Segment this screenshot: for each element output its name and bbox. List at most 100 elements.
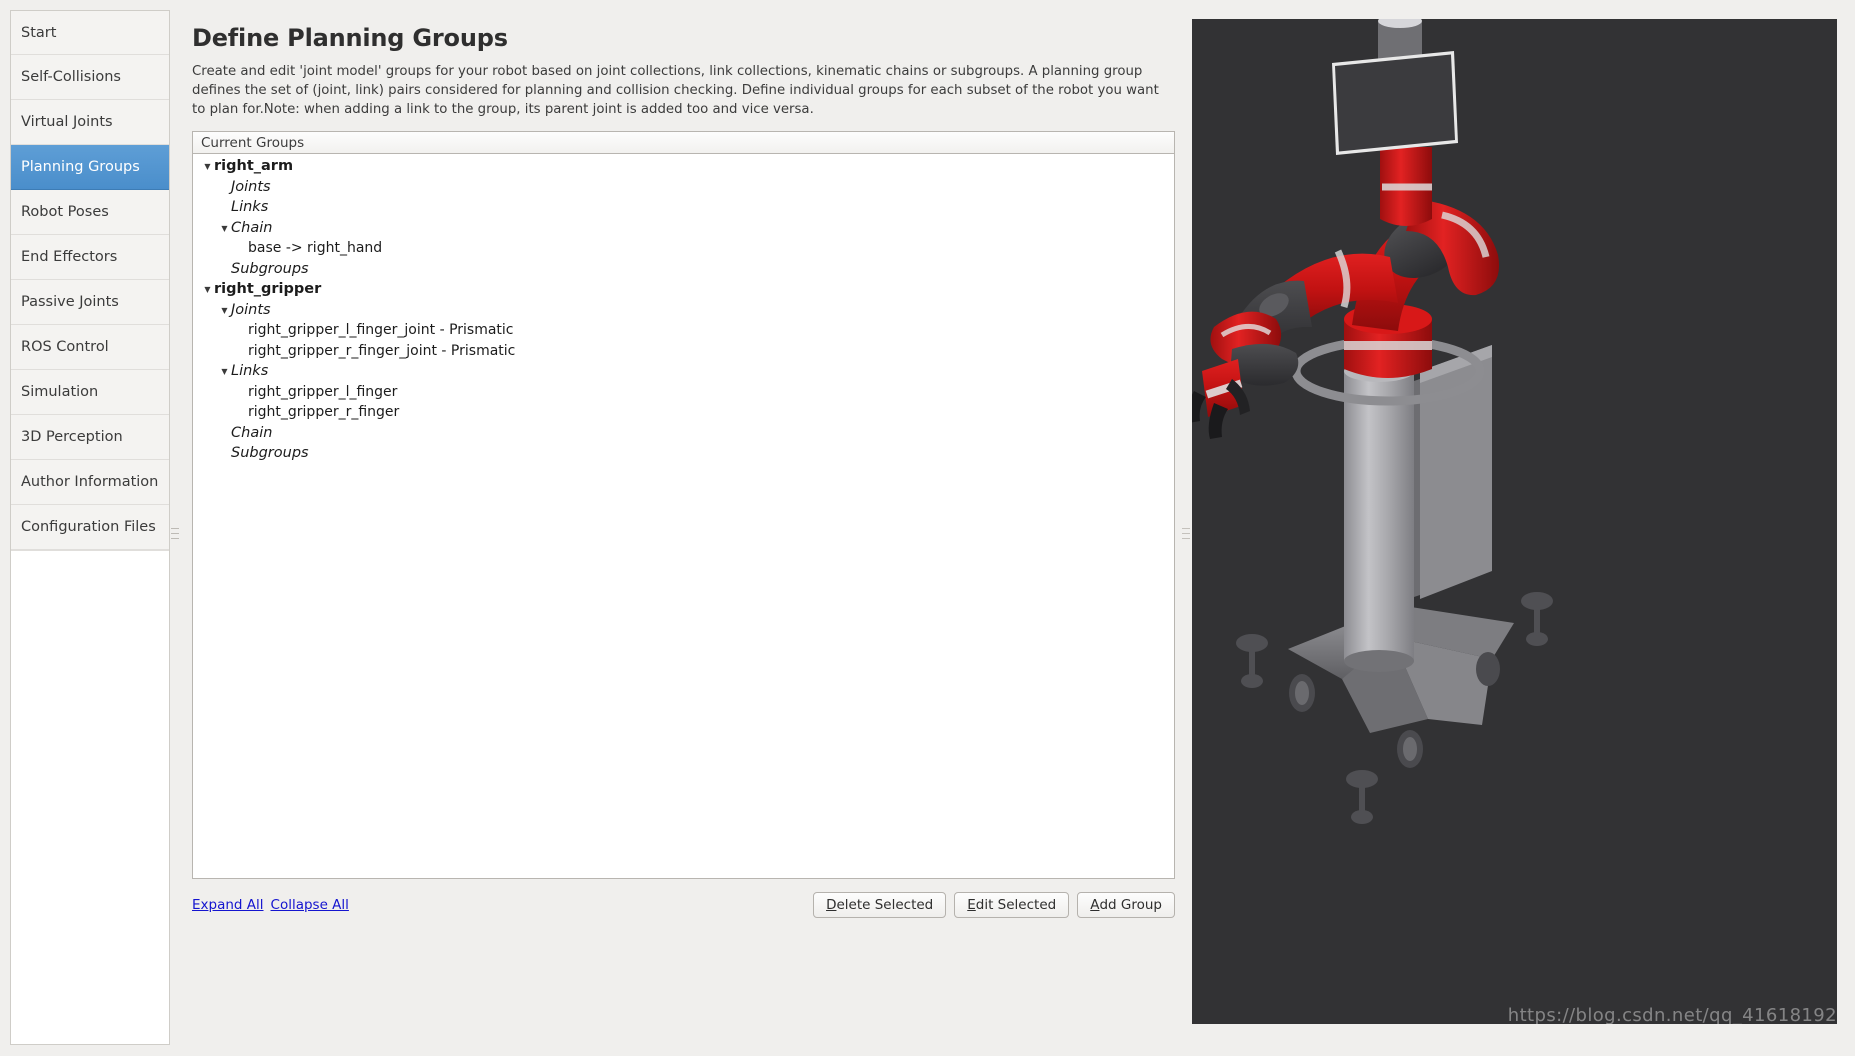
- tree-row[interactable]: ▼Chain: [193, 423, 1174, 444]
- page-title: Define Planning Groups: [192, 24, 508, 52]
- tree-row-label: right_gripper_l_finger: [248, 383, 398, 400]
- button-label: dit Selected: [975, 897, 1057, 913]
- tree-indent-spacer: ▼: [218, 450, 231, 458]
- sidebar-item-label: Passive Joints: [21, 294, 119, 310]
- sidebar-splitter[interactable]: [170, 10, 180, 1045]
- sidebar-item-label: Self-Collisions: [21, 69, 121, 85]
- tree-indent-spacer: ▼: [218, 430, 231, 438]
- tree-row[interactable]: ▼right_gripper_l_finger_joint - Prismati…: [193, 320, 1174, 341]
- sidebar-item-virtual-joints[interactable]: Virtual Joints: [11, 100, 169, 145]
- tree-row-label: Subgroups: [231, 445, 309, 462]
- button-mnemonic: D: [826, 897, 837, 913]
- tree-indent-spacer: ▼: [235, 245, 248, 253]
- button-mnemonic: A: [1090, 897, 1100, 913]
- tree-row-label: Subgroups: [231, 260, 309, 277]
- tree-indent-spacer: ▼: [235, 409, 248, 417]
- tree-row-label: base -> right_hand: [248, 240, 383, 257]
- chevron-down-icon[interactable]: ▼: [218, 224, 231, 233]
- sidebar-item-robot-poses[interactable]: Robot Poses: [11, 190, 169, 235]
- sidebar-item-label: Simulation: [21, 384, 99, 400]
- tree-row[interactable]: ▼Joints: [193, 177, 1174, 198]
- robot-3d-viewport[interactable]: https://blog.csdn.net/qq_41618192: [1192, 19, 1837, 1040]
- tree-indent-spacer: ▼: [218, 184, 231, 192]
- tree-row[interactable]: ▼Joints: [193, 300, 1174, 321]
- tree-indent-spacer: ▼: [235, 348, 248, 356]
- link-expand-all[interactable]: Expand All: [192, 897, 264, 913]
- splitter-grip-icon: [1182, 528, 1190, 543]
- sidebar-item-self-collisions[interactable]: Self-Collisions: [11, 55, 169, 100]
- current-groups-header: Current Groups: [193, 132, 1174, 154]
- tree-row[interactable]: ▼base -> right_hand: [193, 238, 1174, 259]
- sidebar-item-configuration-files[interactable]: Configuration Files: [11, 505, 169, 550]
- sidebar-item-label: 3D Perception: [21, 429, 123, 445]
- button-edit-selected[interactable]: Edit Selected: [954, 892, 1070, 918]
- chevron-down-icon[interactable]: ▼: [218, 306, 231, 315]
- tree-action-bar: Expand All Collapse All Delete Selected Ed…: [192, 885, 1175, 925]
- viewport-splitter[interactable]: [1180, 10, 1192, 1045]
- tree-row[interactable]: ▼right_gripper_r_finger_joint - Prismati…: [193, 341, 1174, 362]
- application-window: Start Self-Collisions Virtual Joints Planni…: [0, 0, 1855, 1056]
- tree-row[interactable]: ▼Links: [193, 197, 1174, 218]
- tree-row[interactable]: ▼Links: [193, 361, 1174, 382]
- robot-head-display: [1332, 19, 1458, 155]
- chevron-down-icon[interactable]: ▼: [201, 286, 214, 294]
- sidebar-item-3d-perception[interactable]: 3D Perception: [11, 415, 169, 460]
- link-collapse-all[interactable]: Collapse All: [271, 897, 349, 913]
- tree-row-label: Joints: [231, 301, 271, 318]
- viewport-bottom-strip: [1192, 1024, 1837, 1040]
- chevron-down-icon[interactable]: ▼: [218, 368, 231, 376]
- tree-row-label: right_gripper: [214, 281, 322, 298]
- sidebar-item-simulation[interactable]: Simulation: [11, 370, 169, 415]
- tree-indent-spacer: ▼: [235, 327, 248, 335]
- tree-row[interactable]: ▼Subgroups: [193, 259, 1174, 280]
- sidebar-item-label: Author Information: [21, 474, 159, 490]
- sidebar-item-label: Planning Groups: [21, 159, 140, 175]
- tree-row-label: right_gripper_l_finger_joint - Prismatic: [248, 322, 514, 339]
- sidebar-item-passive-joints[interactable]: Passive Joints: [11, 280, 169, 325]
- tree-row[interactable]: ▼right_gripper_l_finger: [193, 382, 1174, 403]
- sidebar-empty-space: [11, 550, 169, 1044]
- sidebar-item-start[interactable]: Start: [11, 10, 169, 55]
- sidebar-item-ros-control[interactable]: ROS Control: [11, 325, 169, 370]
- sidebar-item-planning-groups[interactable]: Planning Groups: [11, 145, 169, 190]
- sidebar-item-end-effectors[interactable]: End Effectors: [11, 235, 169, 280]
- button-label: dd Group: [1099, 897, 1162, 913]
- splitter-grip-icon: [171, 528, 179, 543]
- tree-indent-spacer: ▼: [218, 204, 231, 212]
- sidebar-item-label: Virtual Joints: [21, 114, 113, 130]
- tree-row-label: Links: [231, 199, 269, 216]
- tree-action-buttons: Delete Selected Edit Selected Add Group: [813, 892, 1175, 918]
- tree-row-label: right_gripper_r_finger: [248, 404, 400, 421]
- button-delete-selected[interactable]: Delete Selected: [813, 892, 947, 918]
- page-description: Create and edit 'joint model' groups for…: [192, 64, 1159, 117]
- tree-row[interactable]: ▼Subgroups: [193, 443, 1174, 464]
- robot-model-render: [1192, 19, 1553, 824]
- sidebar-navigation: Start Self-Collisions Virtual Joints Planni…: [10, 10, 170, 1045]
- button-add-group[interactable]: Add Group: [1077, 892, 1175, 918]
- robot-pedestal-base: [1236, 336, 1553, 824]
- sidebar-item-label: Robot Poses: [21, 204, 109, 220]
- tree-row-label: right_arm: [214, 158, 294, 175]
- sidebar-item-label: ROS Control: [21, 339, 109, 355]
- watermark-text: https://blog.csdn.net/qq_41618192: [1507, 1005, 1837, 1026]
- button-label: elete Selected: [836, 897, 934, 913]
- tree-row[interactable]: ▼ right_arm: [193, 156, 1174, 177]
- sidebar-item-author-information[interactable]: Author Information: [11, 460, 169, 505]
- tree-expand-links: Expand All Collapse All: [192, 897, 349, 913]
- tree-row[interactable]: ▼Chain: [193, 218, 1174, 239]
- tree-row-label: Joints: [231, 178, 271, 195]
- button-mnemonic: E: [967, 897, 976, 913]
- tree-indent-spacer: ▼: [235, 389, 248, 397]
- chevron-down-icon[interactable]: ▼: [201, 163, 214, 171]
- tree-row[interactable]: ▼right_gripper_r_finger: [193, 402, 1174, 423]
- tree-indent-spacer: ▼: [218, 266, 231, 274]
- tree-row-label: right_gripper_r_finger_joint - Prismatic: [248, 342, 516, 359]
- main-content-panel: Define Planning Groups Create and edit '…: [180, 10, 1180, 1045]
- tree-row-label: Links: [231, 363, 269, 380]
- sidebar-item-list: Start Self-Collisions Virtual Joints Planni…: [11, 10, 169, 550]
- tree-row-label: Chain: [231, 424, 273, 441]
- planning-groups-tree[interactable]: ▼right_arm▼Joints▼Links▼Chain▼base -> ri…: [193, 154, 1174, 877]
- tree-row[interactable]: ▼ right_gripper: [193, 279, 1174, 300]
- current-groups-panel: Current Groups ▼right_arm▼Joints▼Links▼C…: [192, 131, 1175, 879]
- sidebar-item-label: Configuration Files: [21, 519, 156, 535]
